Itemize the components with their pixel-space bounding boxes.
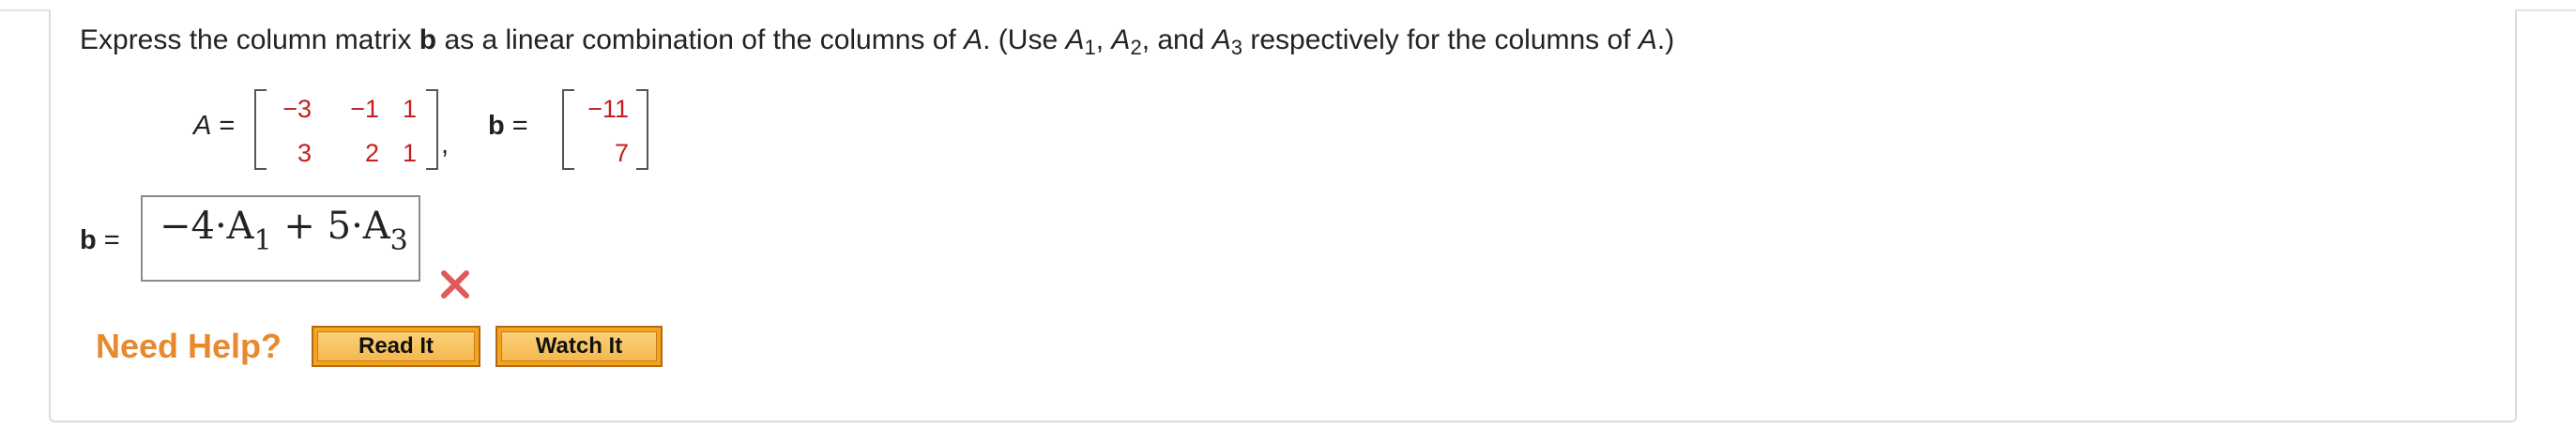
matrix-a-right-bracket bbox=[426, 89, 438, 170]
matrix-a-cell: −3 bbox=[282, 95, 312, 123]
watch-it-button[interactable]: Watch It bbox=[495, 326, 663, 367]
vector-b-right-bracket bbox=[636, 89, 648, 170]
matrix-separator-comma: , bbox=[441, 130, 450, 160]
answer-label: b = bbox=[80, 225, 120, 255]
matrix-a-cell: 1 bbox=[402, 139, 417, 167]
vector-b-left-bracket bbox=[562, 89, 574, 170]
read-it-button[interactable]: Read It bbox=[312, 326, 480, 367]
matrix-a-left-bracket bbox=[254, 89, 267, 170]
vector-b-cell: −11 bbox=[587, 95, 629, 123]
answer-input[interactable]: −4·A1 + 5·A3 bbox=[141, 195, 420, 282]
matrix-a-cell: 2 bbox=[364, 139, 379, 167]
matrix-a-cell: −1 bbox=[350, 95, 379, 123]
answer-expression: −4·A1 + 5·A3 bbox=[160, 205, 408, 257]
vector-b-cell: 7 bbox=[614, 139, 629, 167]
vector-b-label: b = bbox=[488, 111, 528, 141]
incorrect-x-icon bbox=[441, 270, 469, 299]
matrix-a-label: A = bbox=[193, 111, 236, 141]
matrix-a-cell: 3 bbox=[297, 139, 312, 167]
matrix-a-cell: 1 bbox=[402, 95, 417, 123]
question-prompt: Express the column matrix b as a linear … bbox=[80, 24, 1675, 59]
need-help-heading: Need Help? bbox=[96, 327, 282, 365]
